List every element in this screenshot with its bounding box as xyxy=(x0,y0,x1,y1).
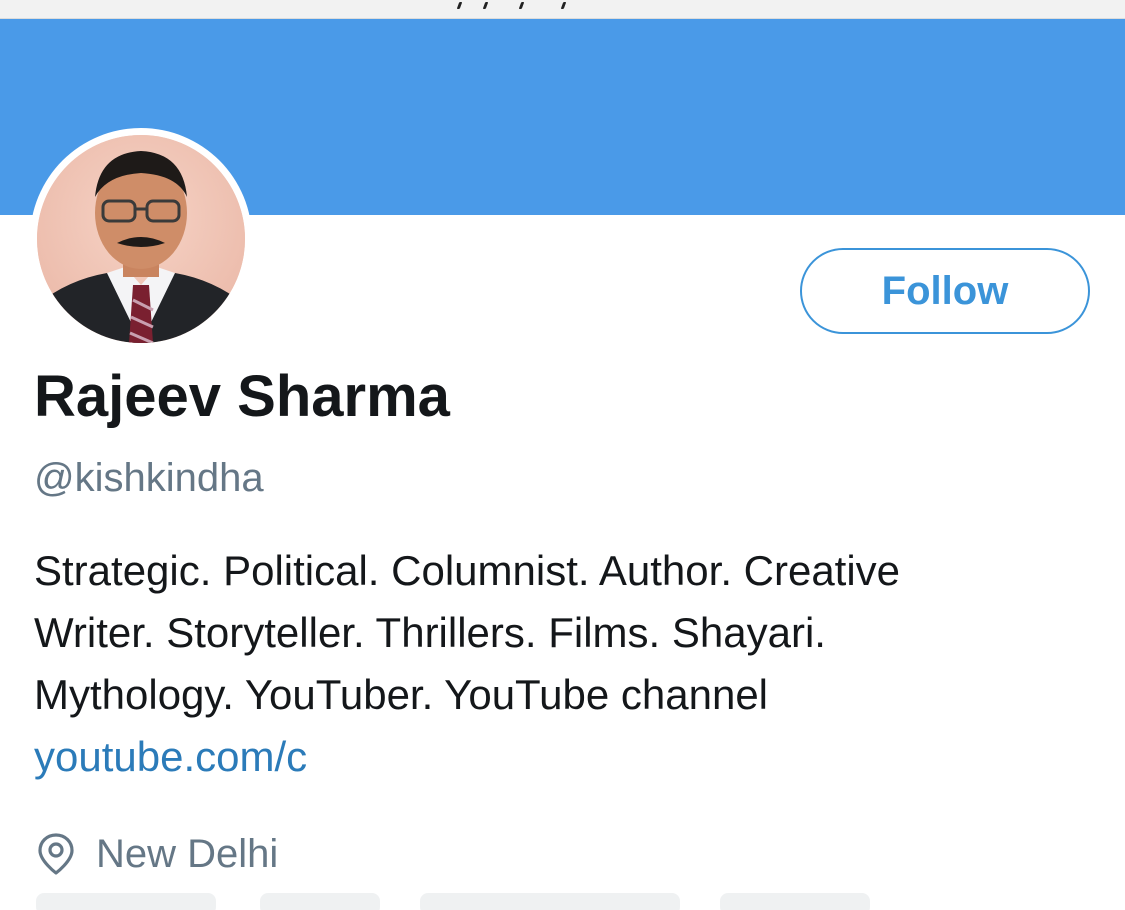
avatar[interactable] xyxy=(30,128,252,350)
cropped-next-row xyxy=(0,885,1125,910)
profile-location: New Delhi xyxy=(36,824,278,884)
location-text: New Delhi xyxy=(96,831,279,876)
bio-youtube-link[interactable]: youtube.com/c xyxy=(34,726,1094,788)
cropped-text-fragment xyxy=(450,0,590,10)
top-status-strip xyxy=(0,0,1125,19)
bio-line: Writer. Storyteller. Thrillers. Films. S… xyxy=(34,609,826,656)
profile-handle[interactable]: @kishkindha xyxy=(34,452,264,504)
avatar-photo xyxy=(37,135,245,343)
follow-button[interactable]: Follow xyxy=(800,248,1090,334)
bio-line: Mythology. YouTuber. YouTube channel xyxy=(34,671,769,718)
profile-page: Follow Rajeev Sharma @kishkindha Strateg… xyxy=(0,0,1125,910)
profile-bio: Strategic. Political. Columnist. Author.… xyxy=(34,540,1094,788)
profile-name: Rajeev Sharma xyxy=(34,364,450,429)
map-pin-icon xyxy=(36,832,76,876)
bio-line: Strategic. Political. Columnist. Author.… xyxy=(34,547,901,594)
